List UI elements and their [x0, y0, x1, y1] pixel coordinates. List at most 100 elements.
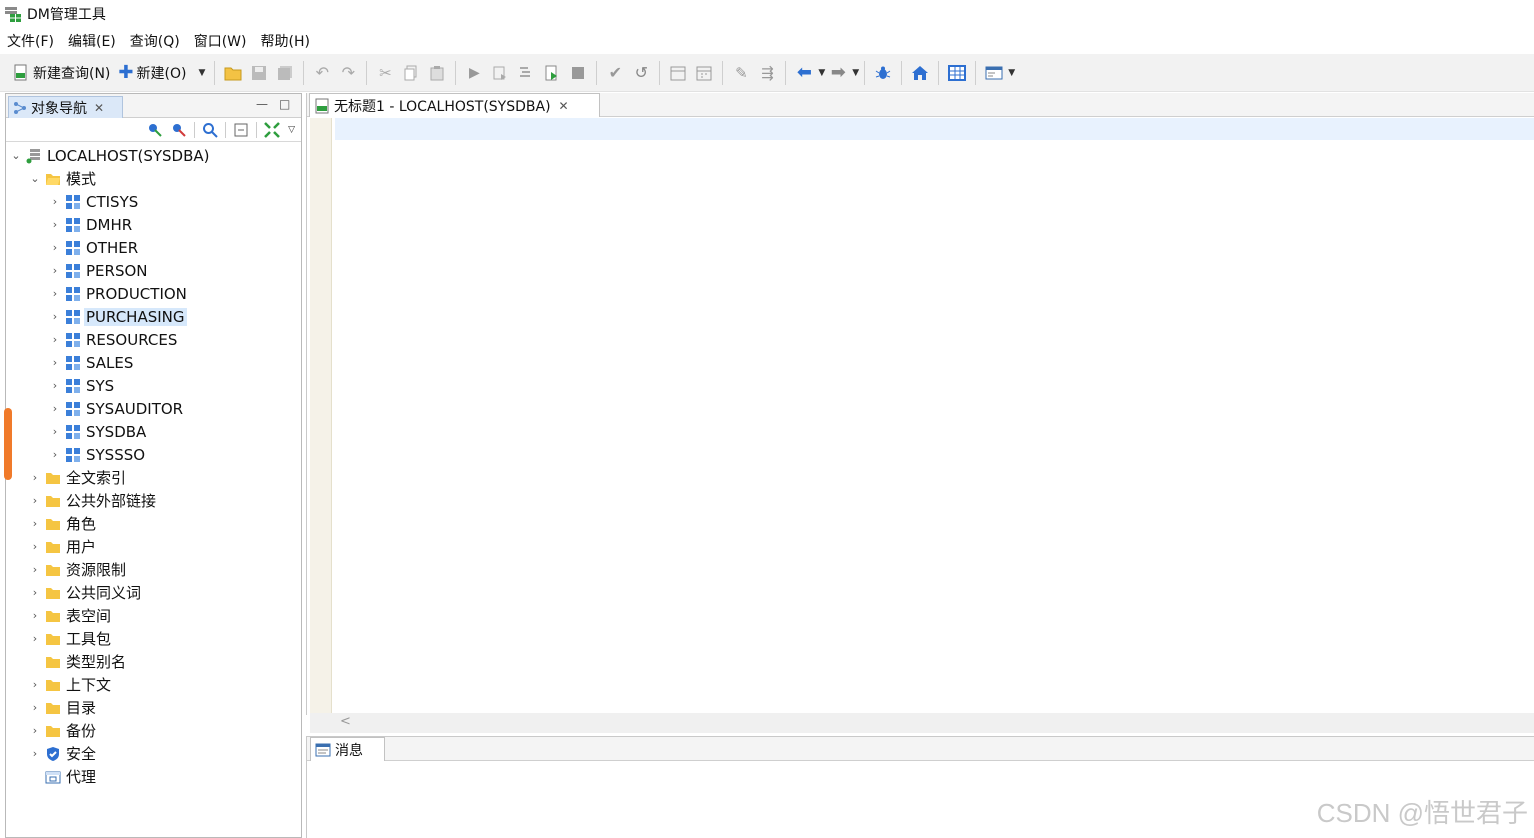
tree-schema-item[interactable]: › SYSSSO	[6, 443, 301, 466]
chevron-right-icon[interactable]: ›	[29, 494, 41, 507]
chevron-right-icon[interactable]: ›	[49, 379, 61, 392]
layout-icon[interactable]	[983, 62, 1005, 84]
expand-icon[interactable]	[262, 120, 282, 140]
cut-icon[interactable]: ✂	[374, 62, 396, 84]
chevron-right-icon[interactable]: ›	[29, 678, 41, 691]
chevron-right-icon[interactable]: ›	[49, 241, 61, 254]
disconnect-icon[interactable]	[169, 120, 189, 140]
tab-object-navigator[interactable]: 对象导航 ✕	[8, 96, 123, 118]
calendar-icon[interactable]	[693, 62, 715, 84]
tree-folder-item[interactable]: › 资源限制	[6, 558, 301, 581]
chevron-right-icon[interactable]: ›	[49, 425, 61, 438]
chevron-right-icon[interactable]: ›	[29, 747, 41, 760]
chevron-right-icon[interactable]: ›	[49, 402, 61, 415]
menu-file[interactable]: 文件(F)	[7, 31, 54, 51]
tree-schema-folder[interactable]: ⌄ 模式	[6, 167, 301, 190]
tree-folder-item[interactable]: › 表空间	[6, 604, 301, 627]
menu-help[interactable]: 帮助(H)	[261, 31, 310, 51]
new-query-button[interactable]: 新建查询(N)	[8, 60, 114, 86]
tree-schema-item[interactable]: › PRODUCTION	[6, 282, 301, 305]
chevron-right-icon[interactable]: ›	[29, 609, 41, 622]
forward-arrow-icon[interactable]: ➡	[827, 62, 849, 84]
open-folder-icon[interactable]	[222, 62, 244, 84]
close-icon[interactable]: ✕	[559, 99, 569, 113]
tree-schema-item[interactable]: › SYSAUDITOR	[6, 397, 301, 420]
chevron-down-icon[interactable]: ⌄	[10, 149, 22, 162]
home-icon[interactable]	[909, 62, 931, 84]
format-icon[interactable]: ✎	[730, 62, 752, 84]
tree-folder-item[interactable]: › 公共同义词	[6, 581, 301, 604]
view-menu-icon[interactable]: ▽	[288, 125, 295, 135]
tree-folder-item[interactable]: › 公共外部链接	[6, 489, 301, 512]
collapse-all-icon[interactable]	[231, 120, 251, 140]
debug-icon[interactable]	[872, 62, 894, 84]
layout-dropdown-icon[interactable]: ▼	[1008, 68, 1015, 78]
connect-icon[interactable]	[145, 120, 165, 140]
chevron-down-icon[interactable]: ⌄	[29, 172, 41, 185]
redo-icon[interactable]: ↷	[337, 62, 359, 84]
paste-icon[interactable]	[426, 62, 448, 84]
close-icon[interactable]: ✕	[94, 101, 104, 115]
maximize-icon[interactable]: □	[279, 97, 290, 111]
tree-folder-item[interactable]: › 目录	[6, 696, 301, 719]
schedule-icon[interactable]	[667, 62, 689, 84]
chevron-right-icon[interactable]: ›	[49, 333, 61, 346]
menu-window[interactable]: 窗口(W)	[194, 31, 247, 51]
copy-icon[interactable]	[400, 62, 422, 84]
chevron-right-icon[interactable]: ›	[49, 218, 61, 231]
chevron-right-icon[interactable]: ›	[29, 471, 41, 484]
menu-edit[interactable]: 编辑(E)	[68, 31, 116, 51]
transform-icon[interactable]: ⇶	[756, 62, 778, 84]
rollback-icon[interactable]: ↺	[630, 62, 652, 84]
minimize-icon[interactable]: —	[256, 97, 268, 111]
tab-untitled-query[interactable]: 无标题1 - LOCALHOST(SYSDBA) ✕	[309, 93, 600, 117]
chevron-right-icon[interactable]: ›	[49, 356, 61, 369]
tree-folder-item[interactable]: › 角色	[6, 512, 301, 535]
chevron-right-icon[interactable]: ›	[49, 195, 61, 208]
explain-icon[interactable]	[515, 62, 537, 84]
back-arrow-icon[interactable]: ⬅	[793, 62, 815, 84]
chevron-right-icon[interactable]: ›	[29, 563, 41, 576]
back-dropdown-icon[interactable]: ▼	[818, 68, 825, 78]
run-script-icon[interactable]	[489, 62, 511, 84]
chevron-right-icon[interactable]: ›	[29, 724, 41, 737]
chevron-right-icon[interactable]: ›	[29, 632, 41, 645]
chevron-right-icon[interactable]: ›	[29, 586, 41, 599]
save-all-icon[interactable]	[274, 62, 296, 84]
tab-messages[interactable]: 消息	[310, 737, 385, 761]
scroll-left-icon[interactable]: <	[340, 714, 351, 729]
chevron-right-icon[interactable]: ›	[49, 310, 61, 323]
chevron-down-icon[interactable]: ▼	[198, 68, 205, 78]
chevron-right-icon[interactable]: ›	[49, 264, 61, 277]
tree-schema-item[interactable]: › OTHER	[6, 236, 301, 259]
tree-folder-item[interactable]: 类型别名	[6, 650, 301, 673]
tree-schema-item[interactable]: › PERSON	[6, 259, 301, 282]
horizontal-scrollbar[interactable]: <	[310, 713, 1534, 733]
tree-schema-item[interactable]: › SYSDBA	[6, 420, 301, 443]
tree-schema-item[interactable]: › PURCHASING	[6, 305, 301, 328]
tree-folder-item[interactable]: › 上下文	[6, 673, 301, 696]
stop-icon[interactable]	[567, 62, 589, 84]
tree-folder-item[interactable]: › 安全	[6, 742, 301, 765]
chevron-right-icon[interactable]: ›	[29, 701, 41, 714]
menu-query[interactable]: 查询(Q)	[130, 31, 180, 51]
tree-schema-item[interactable]: › SALES	[6, 351, 301, 374]
tree-folder-item[interactable]: › 备份	[6, 719, 301, 742]
tree-folder-item[interactable]: › 用户	[6, 535, 301, 558]
tree-folder-item[interactable]: › 全文索引	[6, 466, 301, 489]
tree-root-connection[interactable]: ⌄ LOCALHOST(SYSDBA)	[6, 144, 301, 167]
run-icon[interactable]: ▶	[463, 62, 485, 84]
tree-schema-item[interactable]: › RESOURCES	[6, 328, 301, 351]
editor-text-area[interactable]	[335, 118, 1534, 140]
tree-schema-item[interactable]: › SYS	[6, 374, 301, 397]
commit-icon[interactable]: ✔	[604, 62, 626, 84]
tree-folder-item[interactable]: 代理	[6, 765, 301, 788]
export-icon[interactable]	[541, 62, 563, 84]
chevron-right-icon[interactable]: ›	[29, 540, 41, 553]
chevron-right-icon[interactable]: ›	[29, 517, 41, 530]
chevron-right-icon[interactable]: ›	[49, 448, 61, 461]
save-icon[interactable]	[248, 62, 270, 84]
chevron-right-icon[interactable]: ›	[49, 287, 61, 300]
tree-schema-item[interactable]: › CTISYS	[6, 190, 301, 213]
side-scroll-handle[interactable]	[4, 408, 12, 480]
